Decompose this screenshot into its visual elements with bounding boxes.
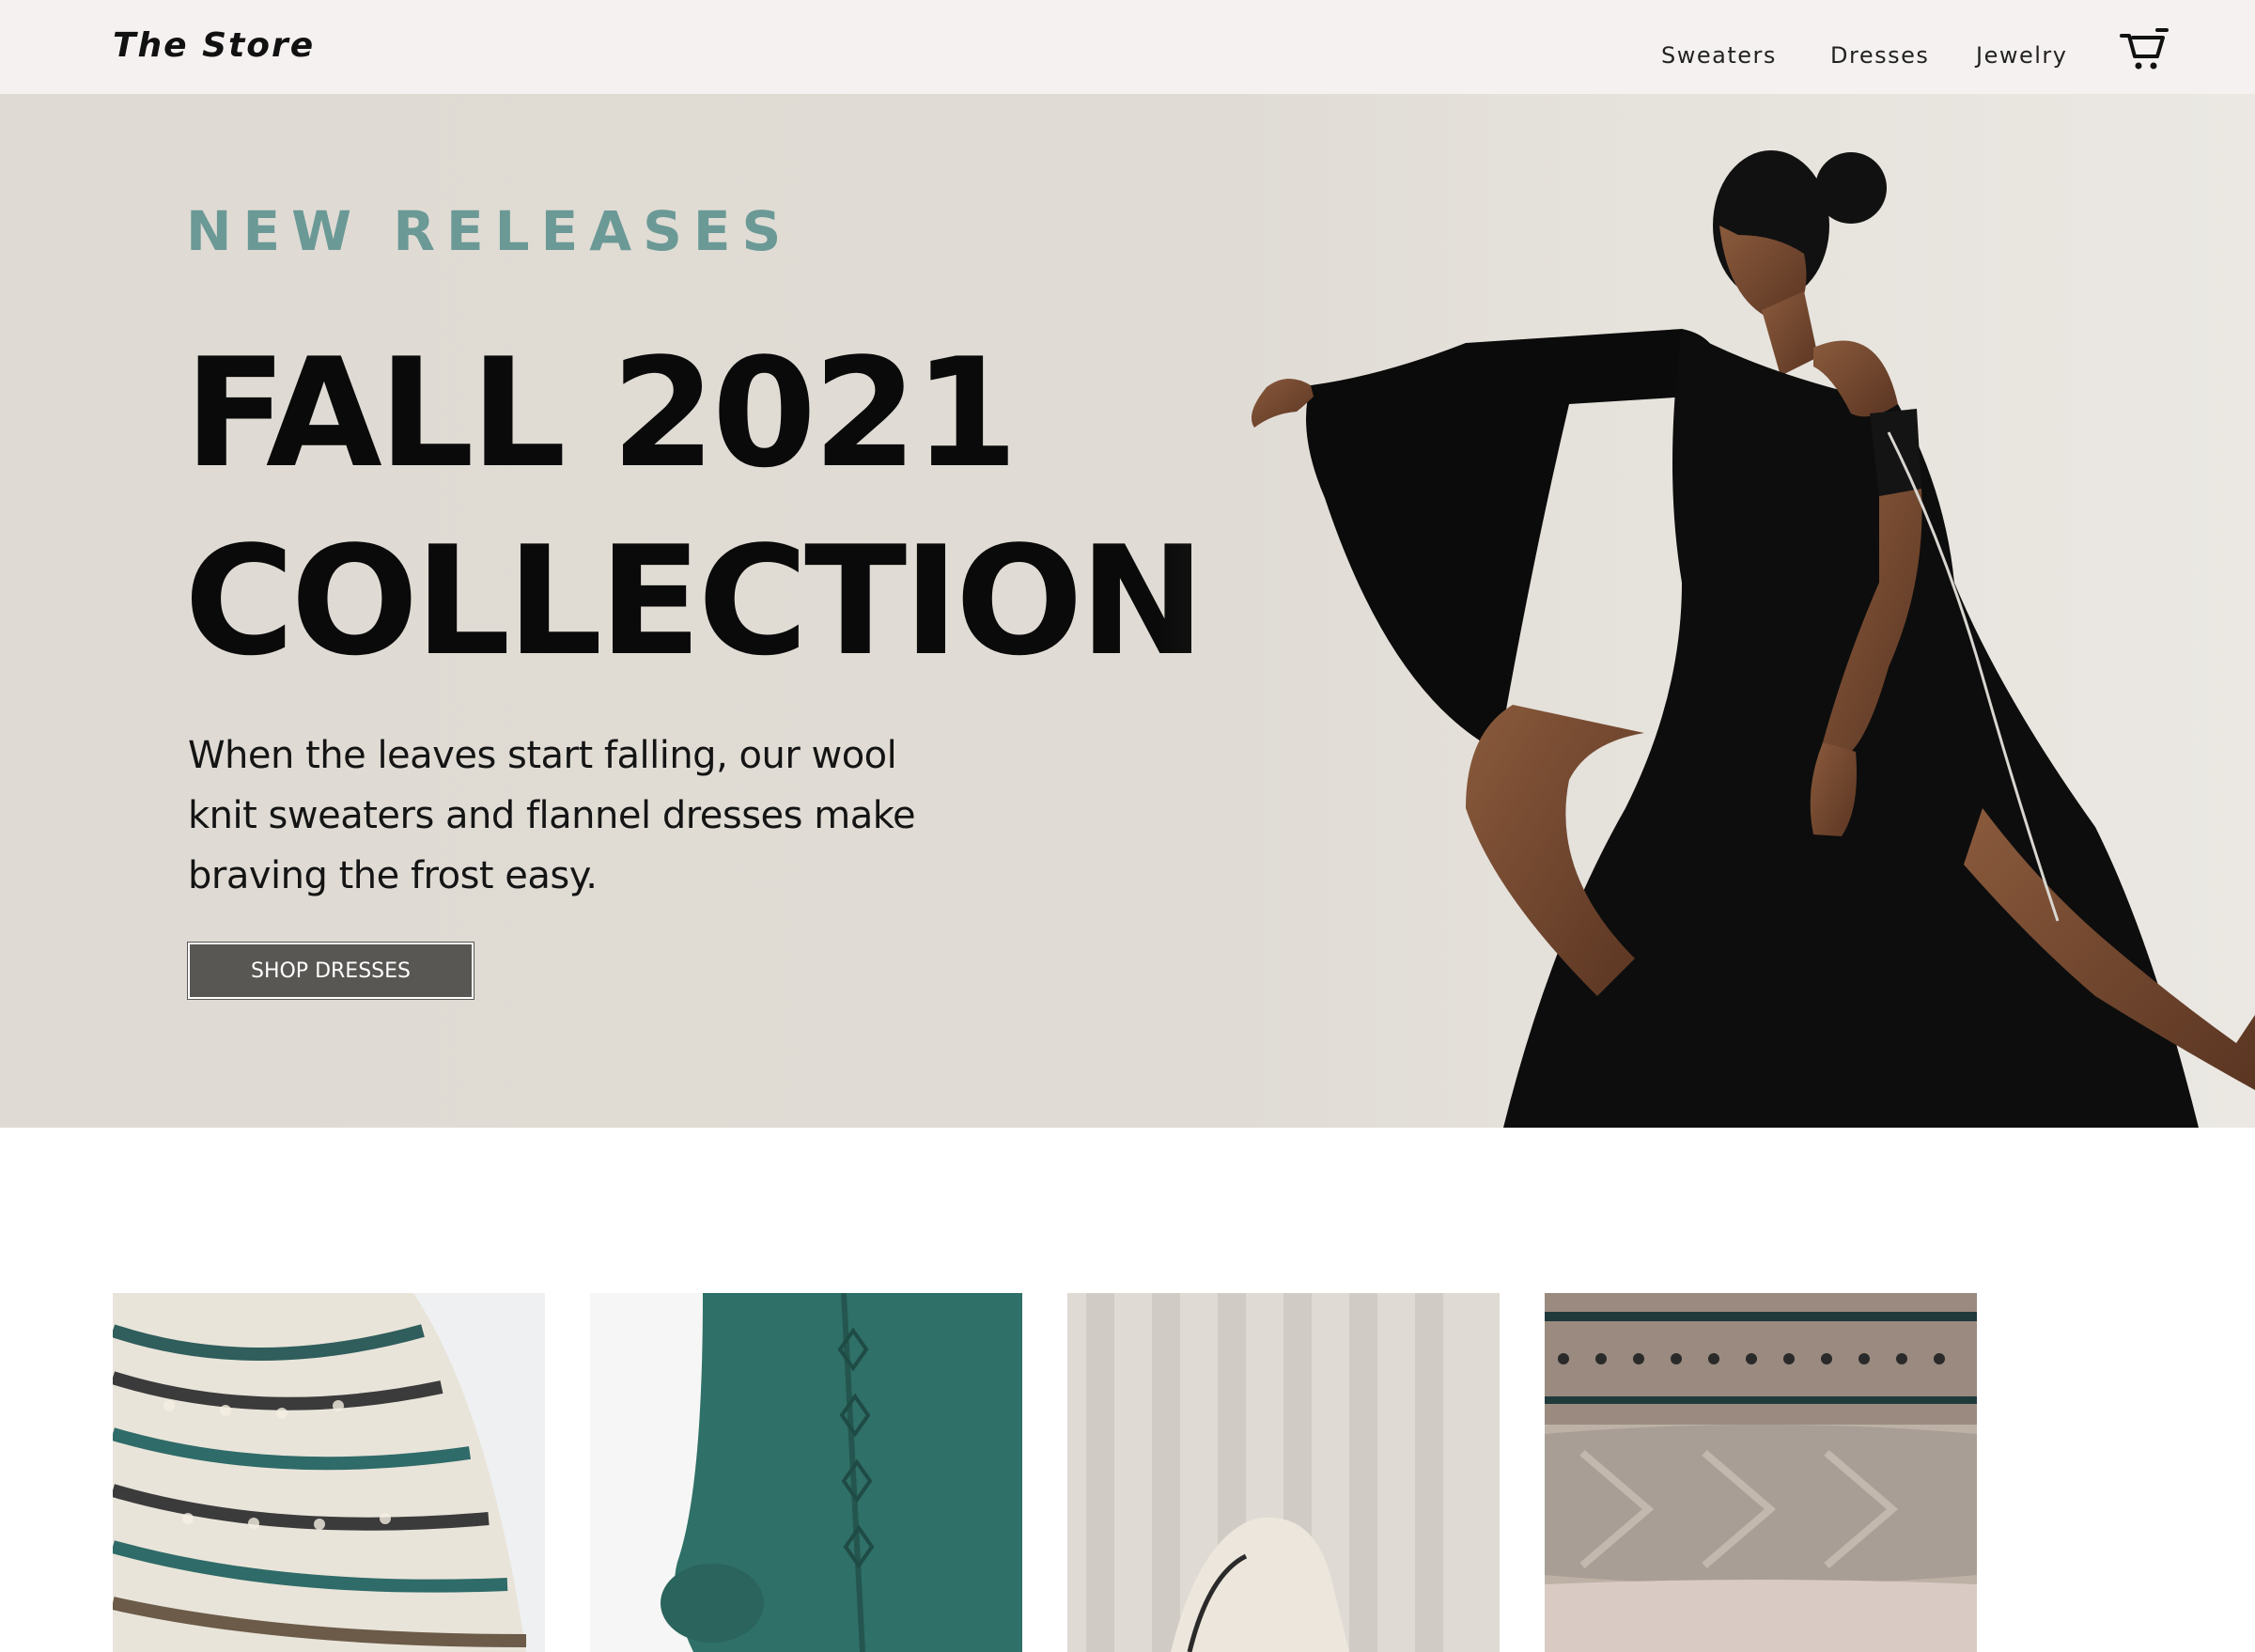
hero-headline: FALL 2021 COLLECTION: [184, 319, 1312, 695]
nav-link-sweaters[interactable]: Sweaters: [1661, 42, 1777, 69]
hero-model-image: [1156, 94, 2255, 1128]
nav-link-dresses[interactable]: Dresses: [1830, 42, 1929, 69]
product-tile-green-cardigan[interactable]: [590, 1293, 1022, 1652]
cart-icon[interactable]: [2120, 28, 2169, 73]
product-tile-cream-knit[interactable]: [1067, 1293, 1500, 1652]
brand-logo[interactable]: The Store: [113, 26, 315, 65]
hero-headline-line-2: COLLECTION: [184, 513, 1205, 689]
nav-link-jewelry[interactable]: Jewelry: [1976, 42, 2067, 69]
hero-banner: NEW RELEASES FALL 2021 COLLECTION When t…: [0, 94, 2255, 1128]
product-tile-folded-sweaters[interactable]: [1545, 1293, 1977, 1652]
shop-dresses-button[interactable]: SHOP DRESSES: [187, 942, 474, 1000]
product-grid: [113, 1293, 1992, 1652]
product-tile-fair-isle-sweater[interactable]: [113, 1293, 545, 1652]
hero-headline-line-1: FALL 2021: [184, 325, 1019, 501]
hero-eyebrow: NEW RELEASES: [186, 199, 793, 263]
site-header: The Store Sweaters Dresses Jewelry: [0, 0, 2255, 94]
hero-description: When the leaves start falling, our wool …: [188, 734, 916, 897]
